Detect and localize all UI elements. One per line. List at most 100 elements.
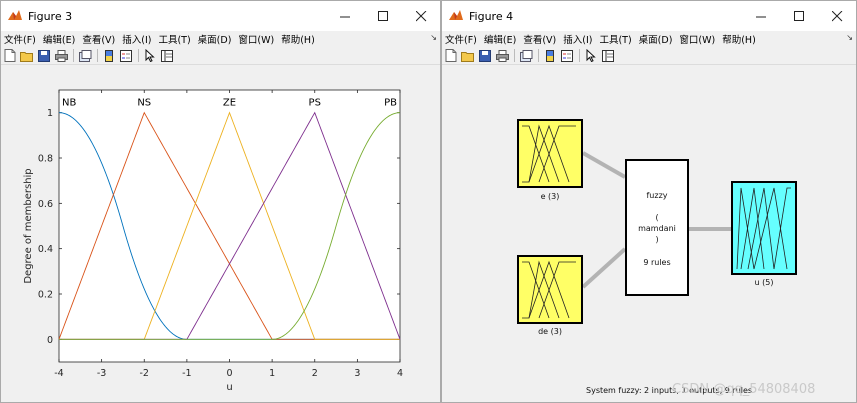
mf-label-ze: ZE [223, 98, 236, 109]
mf-label-ns: NS [137, 98, 151, 109]
system-name: fuzzy [646, 191, 667, 200]
open-file-icon[interactable] [461, 49, 475, 63]
x-tick-label: 4 [397, 368, 403, 379]
toolbar-separator [538, 49, 539, 62]
input-de-label: de (3) [538, 327, 562, 336]
input-e-label: e (3) [541, 192, 560, 201]
x-axis-label: u [226, 382, 232, 393]
x-tick-label: -3 [97, 368, 106, 379]
minimize-button[interactable] [326, 1, 364, 31]
menu-file[interactable]: 文件(F) [4, 32, 36, 46]
toolbar-separator [138, 49, 139, 62]
y-tick-label: 0.6 [38, 199, 53, 210]
y-tick-label: 0 [47, 335, 53, 346]
save-icon[interactable] [37, 49, 51, 63]
maximize-button[interactable] [780, 1, 818, 31]
dock-arrow-icon[interactable]: ↘ [846, 33, 853, 42]
new-figure-icon[interactable] [3, 49, 17, 63]
figure4-menubar: 文件(F) 编辑(E) 查看(V) 插入(I) 工具(T) 桌面(D) 窗口(W… [442, 31, 856, 47]
x-tick-label: -2 [140, 368, 149, 379]
x-tick-label: -1 [182, 368, 191, 379]
x-tick-label: -4 [54, 368, 63, 379]
toolbar-separator [579, 49, 580, 62]
x-tick-label: 1 [269, 368, 275, 379]
figure3-canvas: -4 -3 -2 -1 0 1 2 3 4 0 0.2 0.4 0.6 0.8 1 NB NS ZE PS PB u… [1, 65, 440, 402]
new-figure-icon[interactable] [444, 49, 458, 63]
window-title: Figure 3 [28, 9, 73, 23]
figure3-menubar: 文件(F) 编辑(E) 查看(V) 插入(I) 工具(T) 桌面(D) 窗口(W… [1, 31, 440, 47]
menu-file[interactable]: 文件(F) [445, 32, 477, 46]
x-tick-label: 3 [354, 368, 360, 379]
menu-desktop[interactable]: 桌面(D) [639, 32, 673, 46]
figure3-toolbar [1, 47, 440, 65]
membership-function-plot: -4 -3 -2 -1 0 1 2 3 4 0 0.2 0.4 0.6 0.8 1 NB NS ZE PS PB u… [23, 89, 403, 393]
y-axis-label: Degree of membership [23, 168, 34, 283]
input-de-block[interactable] [517, 255, 583, 324]
figure4-toolbar [442, 47, 856, 65]
window-title: Figure 4 [469, 9, 514, 23]
fis-structure-diagram: e (3) de (3) fuzzy ( mamdani ) 9 rules u… [517, 119, 815, 397]
mf-label-ps: PS [309, 98, 321, 109]
menu-help[interactable]: 帮助(H) [281, 32, 315, 46]
output-u-label: u (5) [755, 278, 774, 287]
y-tick-label: 1 [47, 108, 53, 119]
menu-view[interactable]: 查看(V) [82, 32, 115, 46]
save-icon[interactable] [478, 49, 492, 63]
menu-window[interactable]: 窗口(W) [238, 32, 274, 46]
plot-axes-box [58, 89, 401, 363]
watermark-text: CSDN @qq_54808408 [672, 382, 815, 397]
colorbar-icon[interactable] [102, 49, 116, 63]
matlab-icon [449, 10, 463, 20]
property-editor-icon[interactable] [160, 49, 174, 63]
system-paren-close: ) [655, 235, 658, 244]
system-paren-open: ( [655, 213, 658, 222]
x-tick-label: 2 [312, 368, 318, 379]
y-tick-label: 0.4 [38, 244, 53, 255]
print-icon[interactable] [54, 49, 68, 63]
menu-tools[interactable]: 工具(T) [158, 32, 190, 46]
menu-tools[interactable]: 工具(T) [599, 32, 631, 46]
minimize-button[interactable] [742, 1, 780, 31]
close-button[interactable] [402, 1, 440, 31]
open-file-icon[interactable] [20, 49, 34, 63]
figure4-canvas: e (3) de (3) fuzzy ( mamdani ) 9 rules u… [442, 65, 856, 402]
connector-line [582, 151, 626, 179]
input-e-block[interactable] [517, 119, 583, 188]
x-tick-label: 0 [226, 368, 232, 379]
menu-edit[interactable]: 编辑(E) [43, 32, 75, 46]
system-rule-count: 9 rules [643, 258, 670, 267]
print-icon[interactable] [495, 49, 509, 63]
menu-help[interactable]: 帮助(H) [722, 32, 756, 46]
colorbar-icon[interactable] [543, 49, 557, 63]
mf-label-pb: PB [384, 98, 397, 109]
system-type: mamdani [638, 224, 676, 233]
mf-label-nb: NB [62, 98, 76, 109]
output-u-block[interactable] [731, 181, 797, 275]
toolbar-separator [73, 49, 74, 62]
menu-insert[interactable]: 插入(I) [122, 32, 151, 46]
figure3-window: Figure 3 文件(F) 编辑(E) 查看(V) 插入(I) 工具(T) 桌… [0, 0, 441, 403]
toolbar-separator [97, 49, 98, 62]
dock-arrow-icon[interactable]: ↘ [430, 33, 437, 42]
menu-window[interactable]: 窗口(W) [679, 32, 715, 46]
y-tick-label: 0.8 [38, 154, 53, 165]
legend-icon[interactable] [119, 49, 133, 63]
menu-desktop[interactable]: 桌面(D) [198, 32, 232, 46]
link-plot-icon[interactable] [78, 49, 92, 63]
maximize-button[interactable] [364, 1, 402, 31]
menu-edit[interactable]: 编辑(E) [484, 32, 516, 46]
figure4-window: Figure 4 文件(F) 编辑(E) 查看(V) 插入(I) 工具(T) 桌… [441, 0, 857, 403]
pointer-arrow-icon[interactable] [584, 49, 598, 63]
pointer-arrow-icon[interactable] [143, 49, 157, 63]
figure3-titlebar[interactable]: Figure 3 [1, 1, 440, 31]
menu-view[interactable]: 查看(V) [523, 32, 556, 46]
y-tick-label: 0.2 [38, 290, 53, 301]
toolbar-separator [514, 49, 515, 62]
menu-insert[interactable]: 插入(I) [563, 32, 592, 46]
legend-icon[interactable] [560, 49, 574, 63]
connector-line [581, 247, 627, 289]
link-plot-icon[interactable] [519, 49, 533, 63]
property-editor-icon[interactable] [601, 49, 615, 63]
close-button[interactable] [818, 1, 856, 31]
figure4-titlebar[interactable]: Figure 4 [442, 1, 856, 31]
